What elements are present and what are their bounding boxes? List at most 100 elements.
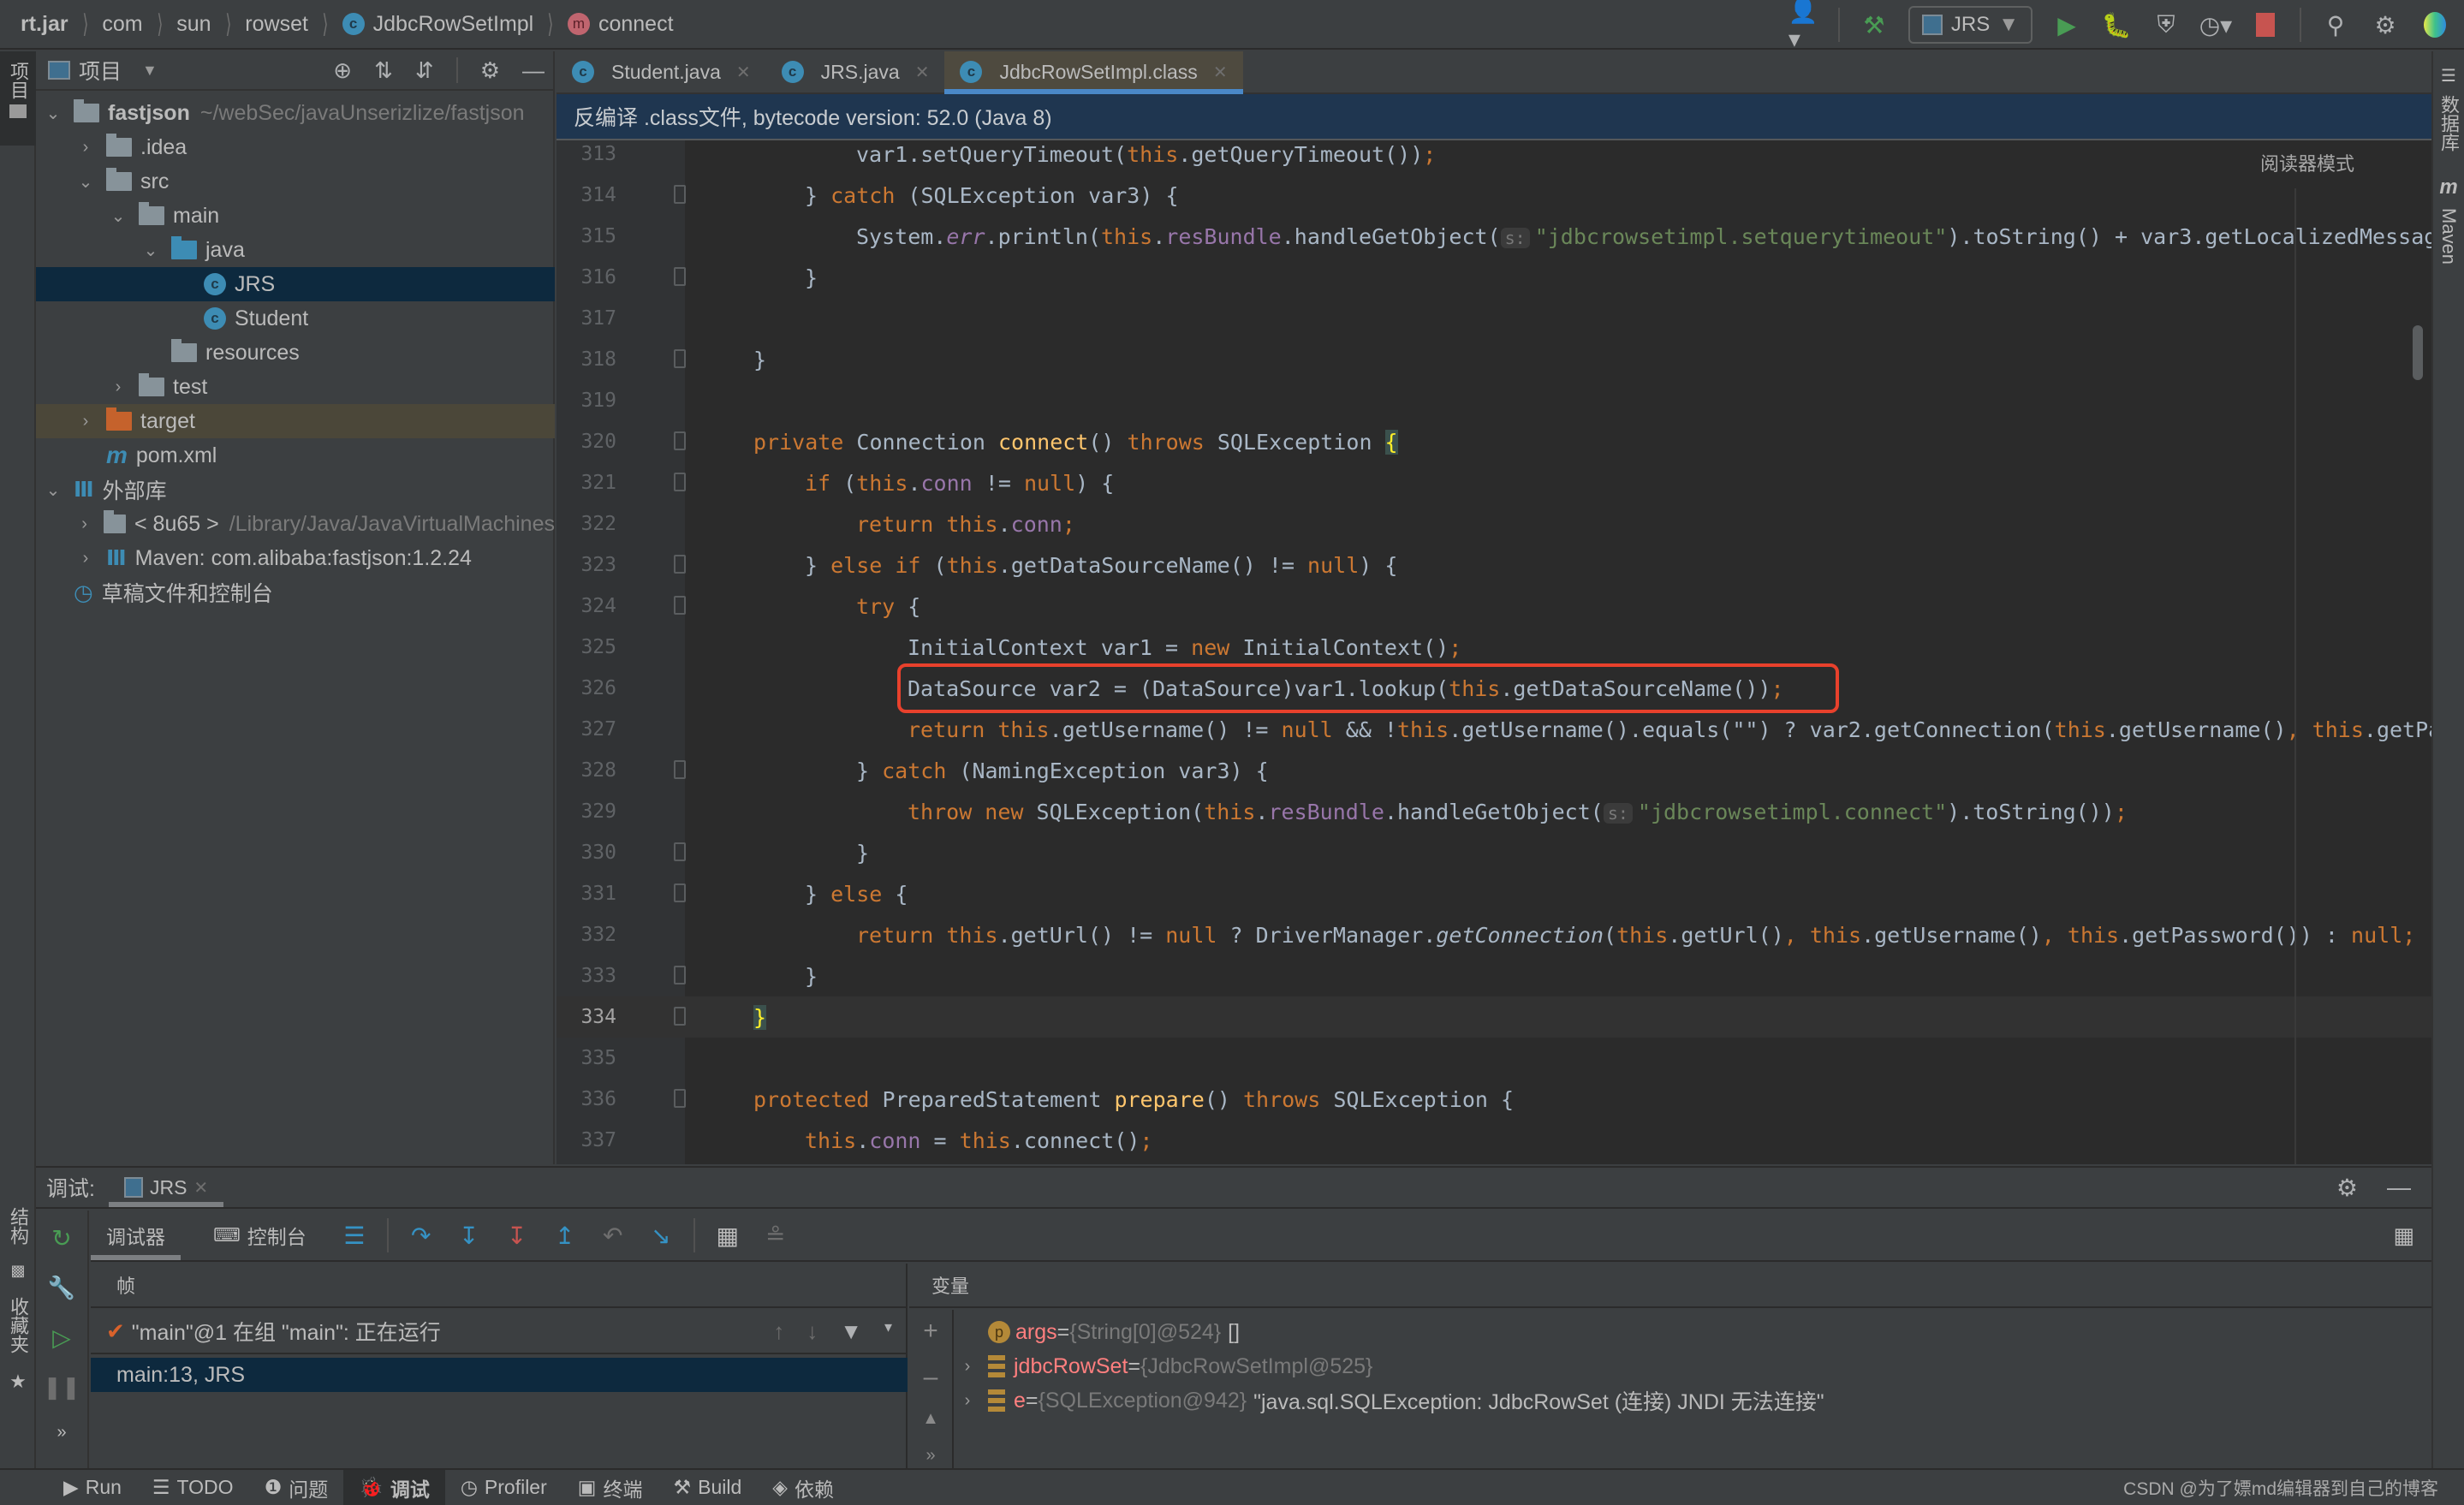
tree-item[interactable]: ⌄ Ⅲ 外部库 — [36, 473, 555, 507]
step-out-icon[interactable]: ↥ — [550, 1222, 580, 1250]
frame-item[interactable]: main:13, JRS — [91, 1358, 908, 1392]
editor-tab[interactable]: c JdbcRowSetImpl.class ✕ — [944, 51, 1243, 94]
tree-item[interactable]: › test — [36, 370, 555, 404]
close-icon[interactable]: ✕ — [1213, 62, 1228, 83]
layout-list-icon[interactable]: ☰ — [339, 1222, 370, 1250]
chevron-right-icon[interactable]: › — [77, 549, 94, 568]
variable-row[interactable]: › jdbcRowSet = {JdbcRowSetImpl@525} — [959, 1349, 1379, 1383]
layout-settings-icon[interactable]: ▦ — [2393, 1222, 2414, 1249]
stop-icon[interactable] — [2250, 9, 2281, 40]
tool-window-button[interactable]: ▣ 终端 — [562, 1470, 658, 1505]
settings-icon[interactable]: ⚙ — [2370, 9, 2401, 40]
tool-window-button[interactable]: ⚒ Build — [658, 1470, 758, 1505]
chevron-down-icon[interactable]: ⌄ — [110, 205, 127, 227]
project-tool-button[interactable]: 项目 — [0, 51, 36, 146]
fold-marker-icon[interactable] — [674, 596, 686, 615]
breadcrumb-item[interactable]: m connect — [567, 12, 674, 37]
tool-window-button[interactable]: 🐞 调试 — [343, 1470, 445, 1505]
evaluate-expression-icon[interactable]: ▦ — [712, 1222, 743, 1250]
close-icon[interactable]: ✕ — [193, 1177, 208, 1199]
tool-window-button[interactable]: ◷ Profiler — [445, 1470, 562, 1505]
chevron-down-icon[interactable]: ▾ — [884, 1318, 892, 1345]
pause-icon[interactable]: ❚❚ — [43, 1374, 80, 1401]
step-into-icon[interactable]: ↧ — [454, 1222, 485, 1250]
debug-session-tab[interactable]: JRS ✕ — [108, 1168, 224, 1207]
search-icon[interactable]: ⚲ — [2320, 9, 2351, 40]
thread-selector[interactable]: ✔ "main"@1 在组 "main": 正在运行 ↑ ↓ ▼ ▾ — [91, 1310, 908, 1354]
chevron-down-icon[interactable]: ⌄ — [45, 479, 62, 501]
drop-frame-icon[interactable]: ↶ — [598, 1222, 628, 1250]
tree-item[interactable]: ◷ 草稿文件和控制台 — [36, 575, 555, 610]
chevron-right-icon[interactable]: › — [77, 138, 94, 158]
run-icon[interactable]: ▶ — [2051, 9, 2082, 40]
structure-tool-button[interactable]: 结构 — [4, 1207, 32, 1245]
tree-item[interactable]: › target — [36, 404, 555, 438]
chevron-down-icon[interactable]: ⌄ — [77, 171, 94, 193]
profile-icon[interactable]: ◷▾ — [2199, 9, 2233, 40]
breadcrumb-item[interactable]: rt.jar — [21, 12, 68, 37]
chevron-right-icon[interactable]: › — [77, 515, 92, 534]
tool-window-button[interactable]: ▶ Run — [48, 1470, 137, 1505]
editor-tab[interactable]: c Student.java ✕ — [556, 51, 766, 92]
fold-marker-icon[interactable] — [674, 842, 686, 861]
fold-marker-icon[interactable] — [674, 431, 686, 450]
project-view-selector[interactable]: 项目 ▼ — [48, 55, 158, 86]
trace-icon[interactable]: ≗ — [760, 1222, 791, 1250]
chevron-right-icon[interactable]: › — [959, 1357, 976, 1377]
fold-marker-icon[interactable] — [674, 883, 686, 902]
chevron-right-icon[interactable]: › — [77, 412, 94, 431]
tool-window-button[interactable]: ☰ TODO — [137, 1470, 249, 1505]
fold-marker-icon[interactable] — [674, 555, 686, 574]
tree-item[interactable]: › Ⅲ Maven: com.alibaba:fastjson:1.2.24 — [36, 541, 555, 575]
run-to-cursor-icon[interactable]: ↘ — [646, 1222, 676, 1250]
collapse-all-icon[interactable]: ⇵ — [415, 57, 434, 84]
filter-icon[interactable]: ▼ — [840, 1318, 862, 1345]
tree-item[interactable]: ⌄ main — [36, 199, 555, 233]
breadcrumb-item[interactable]: c JdbcRowSetImpl — [342, 12, 533, 37]
build-hammer-icon[interactable]: ⚒ — [1859, 9, 1890, 40]
toolbox-icon[interactable] — [2419, 9, 2450, 40]
hide-panel-icon[interactable]: — — [522, 57, 545, 84]
editor-tab[interactable]: c JRS.java ✕ — [766, 51, 945, 92]
tab-console[interactable]: ⌨ 控制台 — [198, 1211, 322, 1260]
database-tool-button[interactable]: 数据库 — [2435, 95, 2462, 152]
settings-icon[interactable]: ⚙ — [480, 57, 500, 84]
tool-window-button[interactable]: ◈ 依赖 — [757, 1470, 849, 1505]
expand-all-icon[interactable]: ⇅ — [374, 57, 393, 84]
chevron-right-icon[interactable]: › — [110, 378, 127, 397]
run-config-selector[interactable]: JRS ▼ — [1908, 6, 2033, 44]
more-icon[interactable]: » — [57, 1423, 66, 1443]
fold-marker-icon[interactable] — [674, 267, 686, 286]
force-step-into-icon[interactable]: ↧ — [502, 1222, 533, 1250]
hide-panel-icon[interactable]: — — [2387, 1174, 2411, 1202]
tree-item[interactable]: ⌄ fastjson ~/webSec/javaUnserizlize/fastjs… — [36, 96, 555, 130]
fold-marker-icon[interactable] — [674, 966, 686, 984]
tree-item[interactable]: › < 8u65 > /Library/Java/JavaVirtualMachin… — [36, 507, 555, 541]
fold-marker-icon[interactable] — [674, 473, 686, 491]
settings-icon[interactable]: ⚙ — [2336, 1174, 2358, 1202]
tree-item[interactable]: › .idea — [36, 130, 555, 164]
fold-marker-icon[interactable] — [674, 349, 686, 368]
chevron-right-icon[interactable]: › — [959, 1391, 976, 1411]
tree-item[interactable]: resources — [36, 336, 555, 370]
tree-item[interactable]: ⌄ java — [36, 233, 555, 267]
vertical-scrollbar[interactable] — [2413, 325, 2423, 380]
fold-marker-icon[interactable] — [674, 1089, 686, 1108]
close-icon[interactable]: ✕ — [915, 62, 930, 83]
modify-run-config-icon[interactable]: 🔧 — [48, 1275, 75, 1301]
tool-window-button[interactable]: ❶ 问题 — [249, 1470, 344, 1505]
tree-item[interactable]: ⌄ src — [36, 164, 555, 199]
locate-icon[interactable]: ⊕ — [333, 57, 352, 84]
tree-item[interactable]: m pom.xml — [36, 438, 555, 473]
fold-marker-icon[interactable] — [674, 760, 686, 779]
rerun-icon[interactable]: ↻ — [51, 1224, 71, 1252]
maven-tool-button[interactable]: Maven — [2437, 208, 2460, 265]
user-icon[interactable]: 👤▾ — [1788, 0, 1819, 52]
step-over-icon[interactable]: ↷ — [406, 1222, 437, 1250]
tree-item[interactable]: c JRS — [36, 267, 555, 301]
next-frame-icon[interactable]: ↓ — [806, 1318, 818, 1345]
breadcrumb-item[interactable]: com — [102, 12, 142, 37]
fold-marker-icon[interactable] — [674, 185, 686, 204]
breadcrumb-item[interactable]: rowset — [245, 12, 308, 37]
favorites-tool-button[interactable]: 收藏夹 — [4, 1297, 32, 1353]
